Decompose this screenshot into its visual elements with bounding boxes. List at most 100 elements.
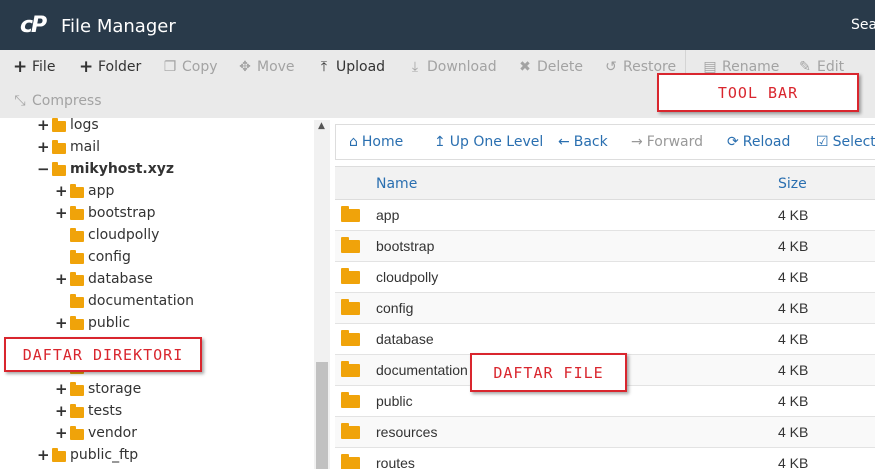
directory-tree: + logs + mail − mikyhost.xyz + app + bootstra…	[0, 118, 331, 469]
file-row[interactable]: app 4 KB	[335, 200, 875, 231]
folder-icon	[70, 315, 84, 330]
folder-icon	[341, 299, 360, 315]
header-search[interactable]: Sea	[851, 17, 875, 33]
collapse-icon[interactable]: −	[37, 160, 50, 178]
expand-icon[interactable]: +	[55, 182, 68, 200]
file-name: public	[376, 393, 413, 409]
file-list-header: Name Size	[335, 166, 875, 200]
folder-icon	[341, 361, 360, 377]
download-button[interactable]: ⤓ Download	[408, 56, 497, 78]
scroll-up-arrow-icon[interactable]: ▲	[318, 121, 325, 131]
expand-icon[interactable]: +	[55, 402, 68, 420]
folder-icon	[70, 227, 84, 242]
folder-icon	[70, 381, 84, 396]
app-title: File Manager	[61, 16, 176, 37]
tree-item-config[interactable]: config	[55, 247, 131, 267]
file-size: 4 KB	[778, 269, 809, 285]
file-row[interactable]: config 4 KB	[335, 293, 875, 324]
select-all-button[interactable]: ☑ Select	[816, 134, 875, 150]
expand-icon[interactable]: +	[37, 118, 50, 134]
navigation-bar: ⌂ Home ↥ Up One Level ← Back → Forward ⟳ Relo…	[335, 124, 875, 160]
tree-item-public[interactable]: + public	[55, 313, 130, 333]
reload-icon: ⟳	[727, 134, 739, 150]
tree-item-mikyhost[interactable]: − mikyhost.xyz	[37, 159, 174, 179]
folder-icon	[341, 237, 360, 253]
folder-icon	[70, 403, 84, 418]
expand-icon[interactable]: +	[55, 270, 68, 288]
restore-icon: ↺	[605, 59, 617, 75]
folder-icon	[341, 268, 360, 284]
upload-button[interactable]: ⤒ Upload	[317, 56, 385, 78]
back-button[interactable]: ← Back	[558, 134, 608, 150]
file-size: 4 KB	[778, 238, 809, 254]
tree-item-vendor[interactable]: + vendor	[55, 423, 137, 443]
home-button[interactable]: ⌂ Home	[349, 134, 403, 150]
forward-button[interactable]: → Forward	[631, 134, 703, 150]
column-header-name[interactable]: Name	[376, 176, 417, 192]
move-icon: ✥	[239, 59, 251, 75]
callout-toolbar: TOOL BAR	[657, 73, 859, 112]
file-row[interactable]: routes 4 KB	[335, 448, 875, 469]
callout-files: DAFTAR FILE	[470, 353, 627, 392]
upload-icon: ⤒	[320, 59, 328, 75]
forward-arrow-icon: →	[631, 134, 643, 150]
tree-item-tests[interactable]: + tests	[55, 401, 122, 421]
expand-icon[interactable]: +	[55, 380, 68, 398]
file-size: 4 KB	[778, 424, 809, 440]
callout-directory: DAFTAR DIREKTORI	[4, 337, 202, 372]
copy-button[interactable]: ❐ Copy	[163, 56, 218, 78]
tree-item-logs[interactable]: + logs	[37, 118, 99, 135]
folder-icon	[52, 447, 66, 462]
file-name: bootstrap	[376, 238, 435, 254]
folder-icon	[70, 183, 84, 198]
expand-icon[interactable]: +	[55, 204, 68, 222]
download-icon: ⤓	[411, 59, 419, 75]
folder-icon	[341, 330, 360, 346]
reload-button[interactable]: ⟳ Reload	[727, 134, 790, 150]
tree-item-app[interactable]: + app	[55, 181, 114, 201]
move-button[interactable]: ✥ Move	[238, 56, 294, 78]
expand-icon[interactable]: +	[37, 446, 50, 464]
tree-item-cloudpolly[interactable]: cloudpolly	[55, 225, 159, 245]
tree-item-public-ftp[interactable]: + public_ftp	[37, 445, 138, 465]
expand-icon[interactable]: +	[55, 314, 68, 332]
new-folder-button[interactable]: + Folder	[79, 56, 141, 78]
column-header-size[interactable]: Size	[778, 176, 807, 192]
folder-icon	[341, 423, 360, 439]
file-size: 4 KB	[778, 300, 809, 316]
expand-icon[interactable]: +	[55, 424, 68, 442]
tree-item-storage[interactable]: + storage	[55, 379, 141, 399]
cpanel-logo[interactable]: cP	[20, 13, 47, 38]
file-name: documentation	[376, 362, 468, 378]
file-name: config	[376, 300, 414, 316]
folder-icon	[52, 118, 66, 132]
copy-icon: ❐	[163, 59, 177, 75]
tree-item-bootstrap[interactable]: + bootstrap	[55, 203, 156, 223]
folder-icon	[52, 139, 66, 154]
file-row[interactable]: bootstrap 4 KB	[335, 231, 875, 262]
file-name: cloudpolly	[376, 269, 439, 285]
file-row[interactable]: database 4 KB	[335, 324, 875, 355]
compress-icon: ⤡	[14, 93, 26, 109]
tree-scrollbar-thumb[interactable]	[316, 362, 328, 469]
tree-item-database[interactable]: + database	[55, 269, 153, 289]
folder-icon	[341, 392, 360, 408]
folder-icon	[341, 454, 360, 469]
tree-item-documentation[interactable]: documentation	[55, 291, 194, 311]
open-folder-icon	[52, 161, 66, 176]
folder-icon	[70, 249, 84, 264]
new-file-button[interactable]: + File	[13, 56, 55, 78]
file-row[interactable]: cloudpolly 4 KB	[335, 262, 875, 293]
file-name: resources	[376, 424, 438, 440]
delete-button[interactable]: ✖ Delete	[518, 56, 583, 78]
expand-icon[interactable]: +	[37, 138, 50, 156]
plus-icon: +	[79, 57, 94, 77]
file-row[interactable]: resources 4 KB	[335, 417, 875, 448]
plus-icon: +	[13, 57, 28, 77]
app-header: cP File Manager Sea	[0, 0, 875, 50]
up-one-level-button[interactable]: ↥ Up One Level	[434, 134, 543, 150]
file-size: 4 KB	[778, 393, 809, 409]
compress-button[interactable]: ⤡ Compress	[13, 90, 101, 112]
home-icon: ⌂	[349, 134, 358, 150]
tree-item-mail[interactable]: + mail	[37, 137, 100, 157]
